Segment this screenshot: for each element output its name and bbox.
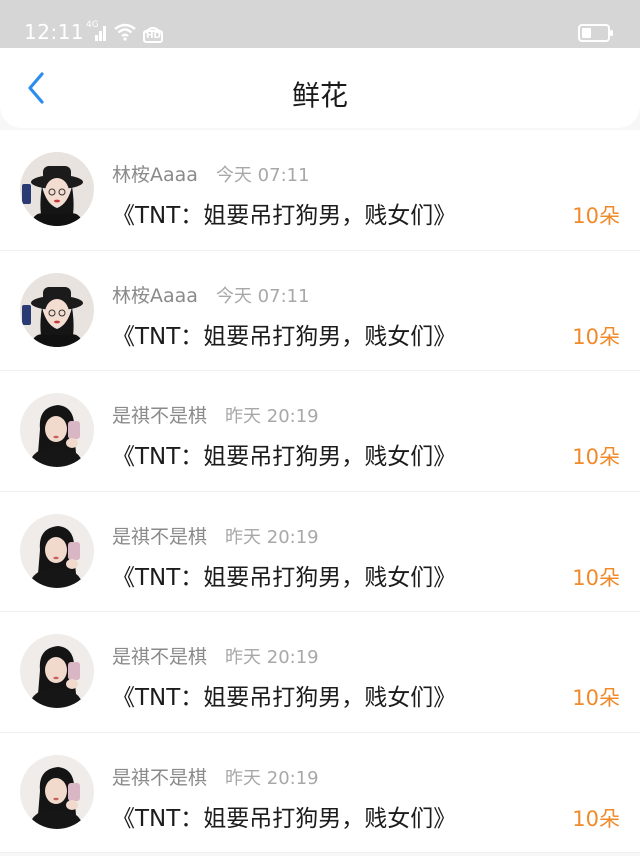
page-title: 鲜花 bbox=[291, 79, 348, 112]
message-text: 《TNT：姐要吊打狗男，贱女们》 bbox=[112, 444, 457, 470]
flower-count: 10朵 bbox=[572, 204, 620, 228]
item-meta: 是祺不是棋 昨天 20:19 bbox=[112, 401, 319, 428]
timestamp: 昨天 20:19 bbox=[225, 526, 319, 548]
timestamp: 今天 07:11 bbox=[215, 285, 310, 307]
message-text: 《TNT：姐要吊打狗男，贱女们》 bbox=[112, 323, 457, 350]
nav-bar: 鲜花 bbox=[0, 48, 640, 128]
list-item[interactable]: 是祺不是棋 昨天 20:19 《TNT：姐要吊打狗男，贱女们》 10朵 bbox=[0, 732, 640, 853]
list-item[interactable]: 是祺不是棋 昨天 20:19 《TNT：姐要吊打狗男，贱女们》 10朵 bbox=[0, 612, 640, 733]
sender-name[interactable]: 是祺不是棋 bbox=[112, 401, 207, 428]
signal-icon: 4G bbox=[86, 21, 108, 43]
sender-name[interactable]: 是祺不是棋 bbox=[112, 763, 207, 790]
flower-count: 10朵 bbox=[572, 565, 620, 590]
network-type-label: 4G bbox=[86, 20, 99, 30]
flower-count: 10朵 bbox=[572, 806, 620, 831]
item-meta: 林桉Aaaa 今天 07:11 bbox=[112, 160, 310, 187]
sender-name[interactable]: 是祺不是棋 bbox=[112, 642, 207, 669]
sender-name[interactable]: 林桉Aaaa bbox=[112, 160, 198, 187]
sender-name[interactable]: 是祺不是棋 bbox=[112, 522, 207, 549]
avatar[interactable] bbox=[20, 393, 94, 467]
avatar[interactable] bbox=[20, 754, 94, 829]
message-text: 《TNT：姐要吊打狗男，贱女们》 bbox=[112, 805, 457, 832]
message-text: 《TNT：姐要吊打狗男，贱女们》 bbox=[112, 685, 457, 711]
battery-icon bbox=[578, 24, 614, 46]
sender-name[interactable]: 林桉Aaaa bbox=[112, 281, 198, 308]
timestamp: 昨天 20:19 bbox=[225, 767, 319, 789]
list-item[interactable]: 是祺不是棋 昨天 20:19 《TNT：姐要吊打狗男，贱女们》 10朵 bbox=[0, 491, 640, 612]
list-item[interactable]: 林桉Aaaa 今天 07:11 《TNT：姐要吊打狗男，贱女们》 10朵 bbox=[0, 250, 640, 371]
item-meta: 林桉Aaaa 今天 07:11 bbox=[112, 281, 310, 308]
flower-count: 10朵 bbox=[572, 445, 620, 469]
item-meta: 是祺不是棋 昨天 20:19 bbox=[112, 763, 319, 790]
gift-list: 林桉Aaaa 今天 07:11 《TNT：姐要吊打狗男，贱女们》 10朵 林桉A… bbox=[0, 130, 640, 853]
wifi-icon bbox=[114, 23, 136, 41]
status-bar: 12:11 4G HD bbox=[0, 0, 640, 48]
message-text: 《TNT：姐要吊打狗男，贱女们》 bbox=[112, 203, 457, 229]
timestamp: 昨天 20:19 bbox=[225, 406, 319, 427]
message-text: 《TNT：姐要吊打狗男，贱女们》 bbox=[112, 564, 457, 591]
status-icons: 4G HD bbox=[86, 21, 164, 43]
status-time: 12:11 bbox=[24, 20, 85, 44]
timestamp: 今天 07:11 bbox=[215, 165, 310, 186]
avatar[interactable] bbox=[20, 152, 94, 226]
item-meta: 是祺不是棋 昨天 20:19 bbox=[112, 522, 319, 549]
list-item[interactable]: 是祺不是棋 昨天 20:19 《TNT：姐要吊打狗男，贱女们》 10朵 bbox=[0, 371, 640, 492]
avatar[interactable] bbox=[20, 272, 94, 347]
list-item[interactable]: 林桉Aaaa 今天 07:11 《TNT：姐要吊打狗男，贱女们》 10朵 bbox=[0, 130, 640, 251]
hd-icon: HD bbox=[142, 21, 164, 43]
avatar[interactable] bbox=[20, 513, 94, 588]
flower-count: 10朵 bbox=[572, 324, 620, 349]
timestamp: 昨天 20:19 bbox=[225, 647, 319, 668]
hd-label: HD bbox=[146, 31, 162, 41]
avatar[interactable] bbox=[20, 634, 94, 708]
flower-count: 10朵 bbox=[572, 686, 620, 710]
item-meta: 是祺不是棋 昨天 20:19 bbox=[112, 642, 319, 669]
